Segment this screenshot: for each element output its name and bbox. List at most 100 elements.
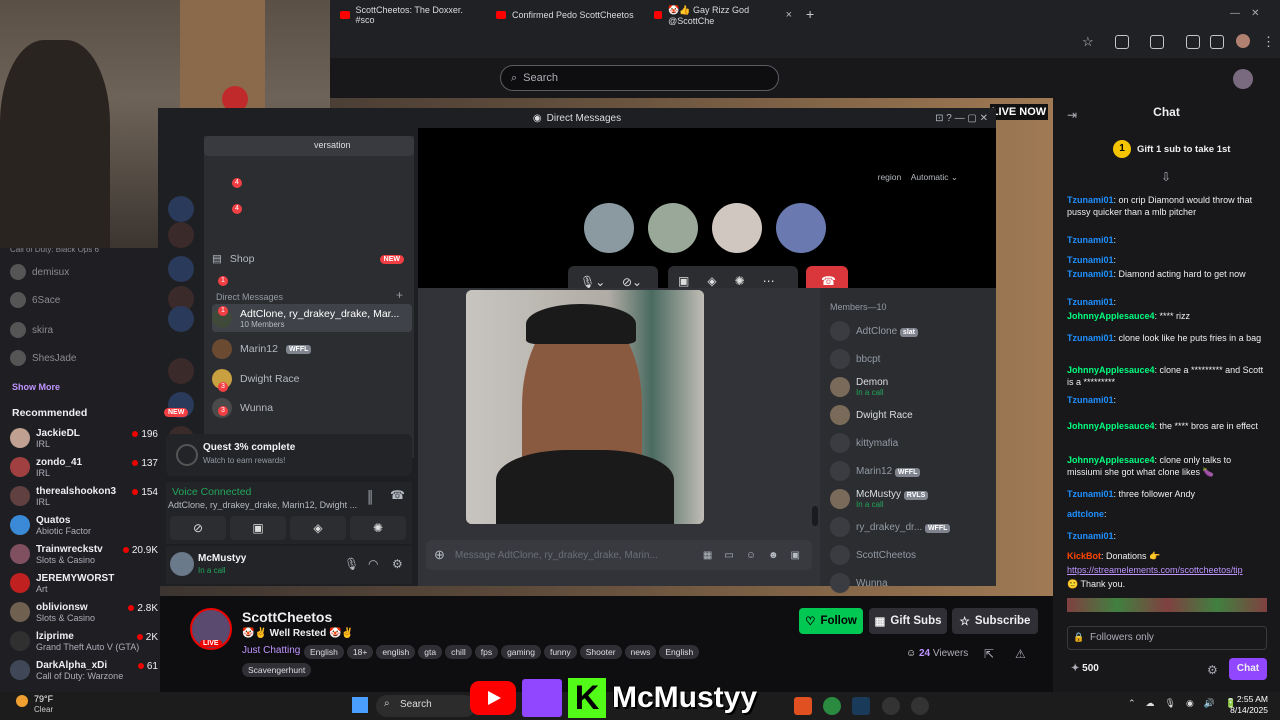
activity-button[interactable]: ◈ bbox=[290, 516, 346, 540]
stream-tag[interactable]: English bbox=[659, 645, 700, 659]
menu-icon[interactable]: ⋮ bbox=[1262, 34, 1275, 50]
server-icon[interactable] bbox=[168, 358, 194, 384]
scrollbar[interactable] bbox=[812, 506, 818, 526]
member-item[interactable]: Dwight Race bbox=[830, 402, 913, 428]
dm-item-wunna[interactable]: Wunna bbox=[212, 395, 408, 421]
app-icon[interactable] bbox=[882, 697, 900, 715]
recommended-channel[interactable]: Trainwreckstv Slots & Casino 20.9K bbox=[10, 540, 160, 568]
sidebar-channel[interactable]: skira bbox=[10, 316, 160, 344]
user-avatar[interactable] bbox=[1233, 69, 1253, 89]
avatar[interactable] bbox=[170, 552, 194, 576]
camera-off-icon[interactable]: ⊘⌄ bbox=[622, 275, 642, 289]
recommended-channel[interactable]: zondo_41 IRL 137 bbox=[10, 453, 160, 481]
noise-icon[interactable]: ║ bbox=[366, 490, 375, 504]
clock-time[interactable]: 2:55 AM bbox=[1208, 694, 1268, 704]
chat-username[interactable]: JohnnyApplesauce4 bbox=[1067, 365, 1155, 375]
sidebar-channel[interactable]: demisux bbox=[10, 258, 160, 286]
call-participant[interactable] bbox=[584, 203, 634, 253]
search-input[interactable]: ⌕ Search bbox=[500, 65, 779, 91]
server-icon[interactable] bbox=[168, 306, 194, 332]
window-controls[interactable]: ⊡ ? — ▢ ✕ bbox=[935, 113, 988, 124]
recommended-channel[interactable]: oblivionsw Slots & Casino 2.8K bbox=[10, 598, 160, 626]
chrome-icon[interactable] bbox=[823, 697, 841, 715]
weather-temp[interactable]: 79°F bbox=[34, 694, 53, 704]
member-item[interactable]: Wunna bbox=[830, 570, 888, 596]
taskbar-search[interactable]: Search bbox=[376, 695, 476, 717]
browser-tab[interactable]: ScottCheetos: The Doxxer. #sco bbox=[334, 4, 484, 26]
chat-send-button[interactable]: Chat bbox=[1229, 658, 1267, 680]
headphones-icon[interactable]: ◠ bbox=[368, 557, 378, 571]
dm-item-marin12[interactable]: Marin12 WFFL bbox=[212, 336, 408, 362]
soundboard-button[interactable]: ✺ bbox=[350, 516, 406, 540]
stream-tag[interactable]: gaming bbox=[501, 645, 541, 659]
channel-name[interactable]: ScottCheetos bbox=[242, 609, 332, 625]
dm-item-dwight-race[interactable]: Dwight Race bbox=[212, 366, 408, 392]
recommended-channel[interactable]: JEREMYWORST Art bbox=[10, 569, 160, 597]
windows-start-icon[interactable] bbox=[352, 697, 368, 713]
call-participant[interactable] bbox=[712, 203, 762, 253]
channel-points[interactable]: ✦ 500 bbox=[1071, 663, 1099, 674]
chat-username[interactable]: Tzunami01 bbox=[1067, 489, 1114, 499]
sidebar-channel[interactable]: ShesJade bbox=[10, 344, 160, 372]
member-item[interactable]: kittymafia bbox=[830, 430, 898, 456]
chat-username[interactable]: Tzunami01 bbox=[1067, 269, 1114, 279]
participant-video[interactable] bbox=[466, 290, 704, 524]
sidebar-channel[interactable]: 6Sace bbox=[10, 286, 160, 314]
member-item[interactable]: McMustyy RVLS In a call bbox=[830, 486, 929, 512]
chat-username[interactable]: Tzunami01 bbox=[1067, 395, 1114, 405]
donation-link[interactable]: https://streamelements.com/scottcheetos/… bbox=[1067, 564, 1267, 576]
reading-list-icon[interactable] bbox=[1210, 35, 1224, 49]
browser-tab[interactable]: Confirmed Pedo ScottCheetos bbox=[490, 4, 645, 26]
follow-button[interactable]: ♡ Follow bbox=[799, 608, 863, 634]
stream-tag[interactable]: chill bbox=[445, 645, 472, 659]
stream-tag[interactable]: English bbox=[304, 645, 344, 659]
chat-username[interactable]: Tzunami01 bbox=[1067, 297, 1114, 307]
gear-icon[interactable]: ⚙ bbox=[392, 557, 403, 571]
profile-avatar[interactable] bbox=[1236, 34, 1250, 48]
window-controls[interactable]: — ✕ bbox=[1230, 8, 1260, 19]
stream-tag[interactable]: gta bbox=[418, 645, 443, 659]
chat-username[interactable]: JohnnyApplesauce4 bbox=[1067, 311, 1155, 321]
message-input[interactable]: ⊕ Message AdtClone, ry_drakey_drake, Mar… bbox=[426, 540, 812, 570]
recommended-channel[interactable]: Quatos Abiotic Factor bbox=[10, 511, 160, 539]
stream-category[interactable]: Just Chatting bbox=[242, 645, 300, 656]
conversation-search[interactable]: versation bbox=[204, 136, 414, 156]
mic-icon[interactable]: 🎙⌄ bbox=[580, 275, 605, 289]
media-icon[interactable] bbox=[911, 697, 929, 715]
extensions-icon[interactable] bbox=[1115, 35, 1129, 49]
member-item[interactable]: ry_drakey_dr... WFFL bbox=[830, 514, 951, 540]
close-tab-icon[interactable]: × bbox=[786, 9, 792, 21]
input-tool-icons[interactable]: ▦▭☺☻▣ bbox=[703, 550, 812, 561]
call-participant[interactable] bbox=[776, 203, 826, 253]
sidepanel-icon[interactable] bbox=[1150, 35, 1164, 49]
gift-subs-button[interactable]: ▦ Gift Subs bbox=[869, 608, 947, 634]
browser-tab[interactable]: 🤡👍 Gay Rizz God @ScottChe × bbox=[648, 4, 798, 26]
recommended-channel[interactable]: therealshookon3 IRL 154 bbox=[10, 482, 160, 510]
stream-tag[interactable]: news bbox=[624, 645, 657, 659]
stream-tag[interactable]: Shooter bbox=[579, 645, 622, 659]
bookmark-star-icon[interactable]: ☆ bbox=[1082, 34, 1094, 50]
chat-input[interactable]: Followers only bbox=[1067, 626, 1267, 650]
add-dm-icon[interactable]: + bbox=[396, 288, 403, 302]
server-icon[interactable] bbox=[168, 196, 194, 222]
member-item[interactable]: ScottCheetos bbox=[830, 542, 916, 568]
recommended-channel[interactable]: DarkAlpha_xDi Call of Duty: Warzone 61 bbox=[10, 656, 160, 684]
recommended-channel[interactable]: JackieDL IRL 196 bbox=[10, 424, 160, 452]
report-icon[interactable]: ⚠ bbox=[1015, 647, 1026, 661]
gift-banner[interactable]: Gift 1 sub to take 1st bbox=[1137, 144, 1230, 155]
chat-username[interactable]: Tzunami01 bbox=[1067, 195, 1114, 205]
chat-username[interactable]: JohnnyApplesauce4 bbox=[1067, 455, 1155, 465]
stream-tag[interactable]: funny bbox=[543, 645, 577, 659]
stream-tag[interactable]: fps bbox=[474, 645, 499, 659]
chat-username[interactable]: JohnnyApplesauce4 bbox=[1067, 421, 1155, 431]
quest-progress[interactable]: Quest 3% complete Watch to earn rewards! bbox=[166, 434, 412, 476]
expand-icon[interactable]: ⇩ bbox=[1161, 170, 1171, 184]
server-icon[interactable] bbox=[168, 256, 194, 282]
mic-icon[interactable]: 🎙 bbox=[344, 557, 359, 571]
chat-username[interactable]: Tzunami01 bbox=[1067, 531, 1114, 541]
stream-tag[interactable]: english bbox=[376, 645, 416, 659]
gear-icon[interactable]: ⚙ bbox=[1207, 663, 1218, 677]
stream-tag[interactable]: Scavengerhunt bbox=[242, 663, 312, 677]
member-item[interactable]: AdtClone slat bbox=[830, 318, 918, 344]
video-off-button[interactable]: ⊘ bbox=[170, 516, 226, 540]
